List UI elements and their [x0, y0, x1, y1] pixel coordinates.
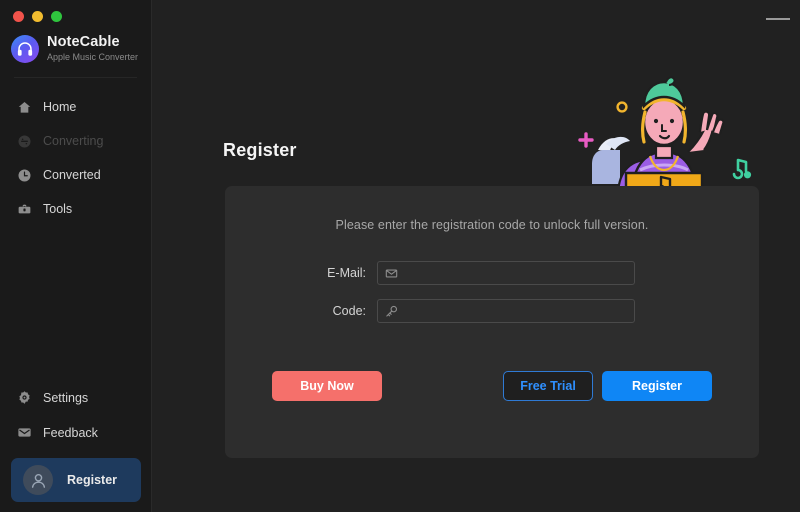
sidebar-item-converting[interactable]: Converting: [0, 124, 151, 158]
sidebar-bottom-nav: Settings Feedback Regi: [0, 380, 152, 512]
buy-now-button[interactable]: Buy Now: [272, 371, 382, 401]
card-hint-text: Please enter the registration code to un…: [225, 186, 759, 232]
key-icon: [384, 304, 398, 318]
registration-card: Please enter the registration code to un…: [225, 186, 759, 458]
email-field[interactable]: [404, 263, 628, 283]
toolbox-icon: [15, 200, 33, 218]
main-content: Register: [152, 0, 800, 512]
sidebar-item-label: Home: [43, 100, 76, 114]
sidebar-item-home[interactable]: Home: [0, 90, 151, 124]
brand-title: NoteCable: [47, 34, 138, 50]
headphones-logo-icon: [11, 35, 39, 63]
register-button[interactable]: Register: [602, 371, 712, 401]
brand-text: NoteCable Apple Music Converter: [47, 34, 138, 64]
free-trial-button[interactable]: Free Trial: [503, 371, 593, 401]
brand-subtitle: Apple Music Converter: [47, 51, 138, 64]
user-avatar-icon: [23, 465, 53, 495]
sidebar-item-label: Converted: [43, 168, 101, 182]
sidebar-item-label: Register: [67, 473, 117, 487]
card-actions: Buy Now Free Trial Register: [225, 371, 759, 401]
brand: NoteCable Apple Music Converter: [0, 22, 151, 64]
email-field-row: E-Mail:: [225, 261, 759, 285]
sidebar-item-settings[interactable]: Settings: [0, 380, 152, 415]
clock-icon: [15, 166, 33, 184]
page-title: Register: [223, 140, 297, 161]
sidebar-divider: [14, 77, 137, 78]
hamburger-icon[interactable]: [766, 8, 790, 30]
sidebar-item-label: Feedback: [43, 426, 98, 440]
close-button[interactable]: [13, 11, 24, 22]
sidebar-item-label: Tools: [43, 202, 72, 216]
email-label: E-Mail:: [225, 266, 377, 280]
sidebar: NoteCable Apple Music Converter Home: [0, 0, 152, 512]
window-controls: [0, 0, 151, 22]
sidebar-item-register[interactable]: Register: [11, 458, 141, 502]
sidebar-item-feedback[interactable]: Feedback: [0, 415, 152, 450]
gear-icon: [15, 389, 33, 407]
sidebar-item-tools[interactable]: Tools: [0, 192, 151, 226]
sidebar-item-label: Settings: [43, 391, 88, 405]
code-input-wrap[interactable]: [377, 299, 635, 323]
minimize-button[interactable]: [32, 11, 43, 22]
sidebar-item-converted[interactable]: Converted: [0, 158, 151, 192]
envelope-icon: [15, 424, 33, 442]
app-window: NoteCable Apple Music Converter Home: [0, 0, 800, 512]
code-label: Code:: [225, 304, 377, 318]
home-icon: [15, 98, 33, 116]
email-input-wrap[interactable]: [377, 261, 635, 285]
envelope-icon: [384, 266, 398, 280]
code-field[interactable]: [404, 301, 628, 321]
person-waving-with-laptop-illustration: [562, 74, 762, 196]
sidebar-item-label: Converting: [43, 134, 103, 148]
converting-icon: [15, 132, 33, 150]
zoom-button[interactable]: [51, 11, 62, 22]
sidebar-nav: Home Converting: [0, 90, 151, 226]
code-field-row: Code:: [225, 299, 759, 323]
